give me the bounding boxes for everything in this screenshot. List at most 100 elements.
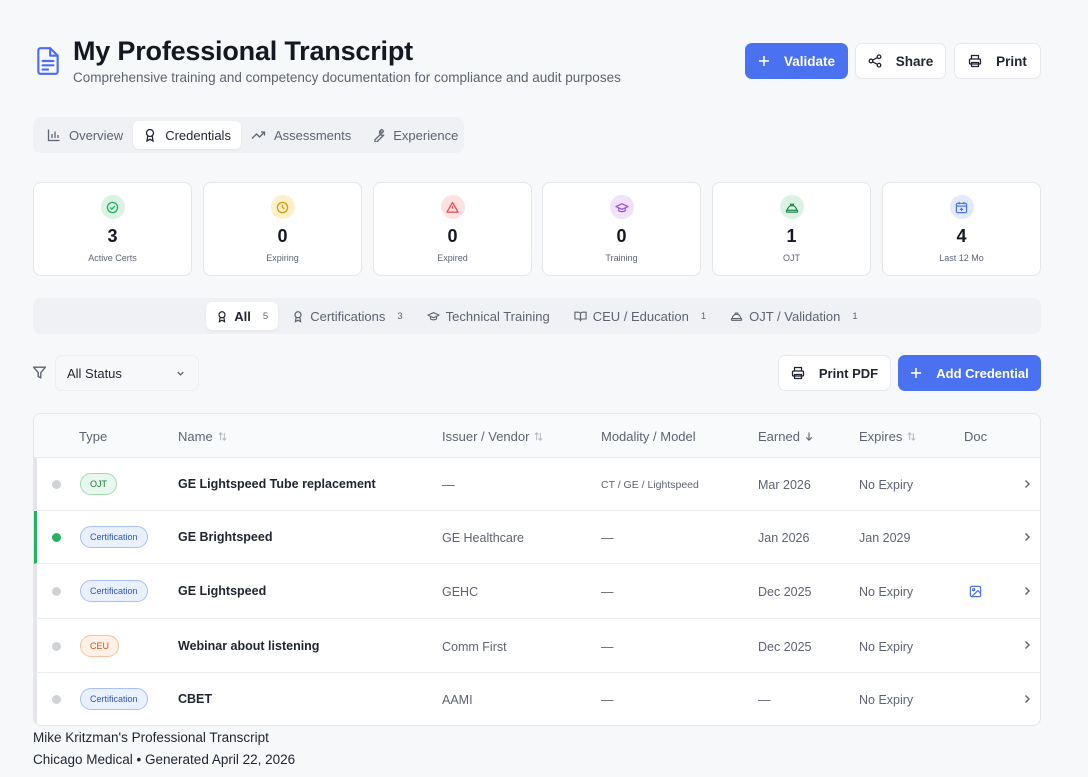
credential-name: CBET bbox=[178, 692, 213, 706]
sort-icon bbox=[533, 431, 544, 442]
filter-tab-ojt-validation[interactable]: OJT / Validation 1 bbox=[720, 302, 868, 330]
earned-date: Mar 2026 bbox=[758, 478, 811, 492]
plus-icon bbox=[758, 55, 770, 67]
filter-tab-technical-training[interactable]: Technical Training bbox=[417, 302, 560, 330]
sort-descending-icon bbox=[804, 431, 814, 442]
status-dot bbox=[52, 480, 61, 489]
print-button[interactable]: Print bbox=[954, 43, 1041, 79]
issuer: AAMI bbox=[442, 693, 473, 707]
print-label: Print bbox=[996, 53, 1027, 69]
share-label: Share bbox=[895, 53, 934, 69]
print-pdf-button[interactable]: Print PDF bbox=[778, 355, 891, 391]
tab-overview[interactable]: Overview bbox=[37, 121, 133, 149]
graduation-cap-icon bbox=[427, 310, 440, 322]
award-icon bbox=[292, 310, 304, 323]
page-subtitle: Comprehensive training and competency do… bbox=[73, 70, 621, 85]
column-header-modality: Modality / Model bbox=[601, 429, 696, 444]
modality: — bbox=[601, 640, 614, 654]
expires-date: No Expiry bbox=[859, 478, 914, 492]
image-document-icon[interactable] bbox=[969, 585, 982, 598]
award-icon bbox=[143, 128, 157, 142]
column-header-earned[interactable]: Earned bbox=[758, 429, 814, 444]
sort-icon bbox=[217, 431, 228, 442]
earned-date: — bbox=[758, 693, 771, 707]
award-icon bbox=[216, 310, 228, 323]
issuer: GE Healthcare bbox=[442, 531, 524, 545]
stat-value: 1 bbox=[786, 226, 797, 246]
credential-name: GE Lightspeed bbox=[178, 584, 267, 598]
table-row[interactable]: CEU Webinar about listening Comm First —… bbox=[34, 619, 1040, 673]
share-button[interactable]: Share bbox=[855, 43, 946, 79]
table-row[interactable]: Certification GE Lightspeed GEHC — Dec 2… bbox=[34, 564, 1040, 619]
sort-icon bbox=[906, 431, 917, 442]
add-credential-button[interactable]: Add Credential bbox=[898, 355, 1041, 391]
filter-tab-count: 3 bbox=[397, 310, 403, 322]
check-circle-icon bbox=[100, 195, 125, 219]
add-credential-label: Add Credential bbox=[936, 365, 1029, 381]
chevron-right-icon bbox=[1022, 585, 1032, 597]
hard-hat-icon bbox=[730, 310, 743, 322]
filter-tab-all[interactable]: All 5 bbox=[206, 302, 279, 330]
column-header-expires[interactable]: Expires bbox=[859, 429, 917, 444]
tab-credentials[interactable]: Credentials bbox=[133, 121, 241, 149]
document-icon bbox=[35, 46, 61, 76]
validate-label: Validate bbox=[783, 53, 836, 69]
plus-icon bbox=[910, 367, 922, 379]
category-filter-tabs: All 5 Certifications 3 Technical Trainin… bbox=[33, 298, 1041, 334]
filter-tab-certifications[interactable]: Certifications 3 bbox=[282, 302, 412, 330]
earned-date: Dec 2025 bbox=[758, 585, 812, 599]
status-dot bbox=[52, 533, 61, 542]
expires-date: No Expiry bbox=[859, 693, 914, 707]
expires-date: No Expiry bbox=[859, 585, 914, 599]
stat-value: 4 bbox=[956, 226, 967, 246]
printer-icon bbox=[791, 366, 805, 380]
column-header-issuer[interactable]: Issuer / Vendor bbox=[442, 429, 544, 444]
chevron-right-icon bbox=[1022, 639, 1032, 651]
stat-value: 3 bbox=[107, 226, 118, 246]
graduation-cap-icon bbox=[609, 195, 634, 219]
validate-button[interactable]: Validate bbox=[745, 43, 848, 79]
filter-tab-label: CEU / Education bbox=[592, 308, 689, 324]
main-tabs: Overview Credentials Assessments Experie… bbox=[33, 117, 464, 153]
modality: CT / GE / Lightspeed bbox=[601, 479, 699, 491]
modality: — bbox=[601, 693, 614, 707]
status-filter-select[interactable]: All Status bbox=[55, 355, 199, 391]
credential-name: GE Lightspeed Tube replacement bbox=[178, 477, 376, 491]
chevron-right-icon bbox=[1022, 531, 1032, 543]
stat-label: Last 12 Mo bbox=[939, 253, 984, 263]
table-row[interactable]: Certification GE Brightspeed GE Healthca… bbox=[34, 511, 1040, 564]
table-row[interactable]: Certification CBET AAMI — — No Expiry bbox=[34, 673, 1040, 725]
chevron-down-icon bbox=[175, 368, 186, 379]
credentials-table: Type Name Issuer / Vendor Modality / Mod… bbox=[33, 413, 1041, 726]
printer-icon bbox=[968, 54, 982, 68]
credential-name: Webinar about listening bbox=[178, 639, 320, 653]
status-dot bbox=[52, 642, 61, 651]
transcript-owner: Mike Kritzman's Professional Transcript bbox=[33, 730, 269, 745]
stat-label: Training bbox=[605, 253, 638, 263]
type-badge: Certification bbox=[80, 526, 148, 548]
type-badge: CEU bbox=[80, 635, 120, 657]
stat-value: 0 bbox=[277, 226, 288, 246]
column-header-name[interactable]: Name bbox=[178, 429, 228, 444]
stat-card-last-12-mo: 4 Last 12 Mo bbox=[882, 182, 1041, 276]
stat-card-ojt: 1 OJT bbox=[712, 182, 871, 276]
wrench-icon bbox=[371, 128, 385, 142]
stat-label: Expiring bbox=[266, 253, 299, 263]
filter-tab-ceu-education[interactable]: CEU / Education 1 bbox=[564, 302, 716, 330]
filter-tab-label: Technical Training bbox=[445, 308, 550, 324]
expires-date: No Expiry bbox=[859, 640, 914, 654]
issuer: Comm First bbox=[442, 640, 507, 654]
filter-tab-label: Certifications bbox=[310, 308, 386, 324]
clock-icon bbox=[270, 195, 295, 219]
stat-value: 0 bbox=[616, 226, 627, 246]
tab-experience[interactable]: Experience bbox=[361, 121, 468, 149]
share-icon bbox=[868, 54, 882, 68]
tab-assessments[interactable]: Assessments bbox=[241, 121, 361, 149]
column-header-doc: Doc bbox=[964, 429, 988, 444]
stat-card-expiring: 0 Expiring bbox=[203, 182, 362, 276]
table-header: Type Name Issuer / Vendor Modality / Mod… bbox=[34, 414, 1040, 458]
tab-label: Credentials bbox=[165, 127, 231, 143]
status-dot bbox=[52, 587, 61, 596]
table-row[interactable]: OJT GE Lightspeed Tube replacement — CT … bbox=[34, 458, 1040, 511]
hard-hat-icon bbox=[779, 195, 804, 219]
